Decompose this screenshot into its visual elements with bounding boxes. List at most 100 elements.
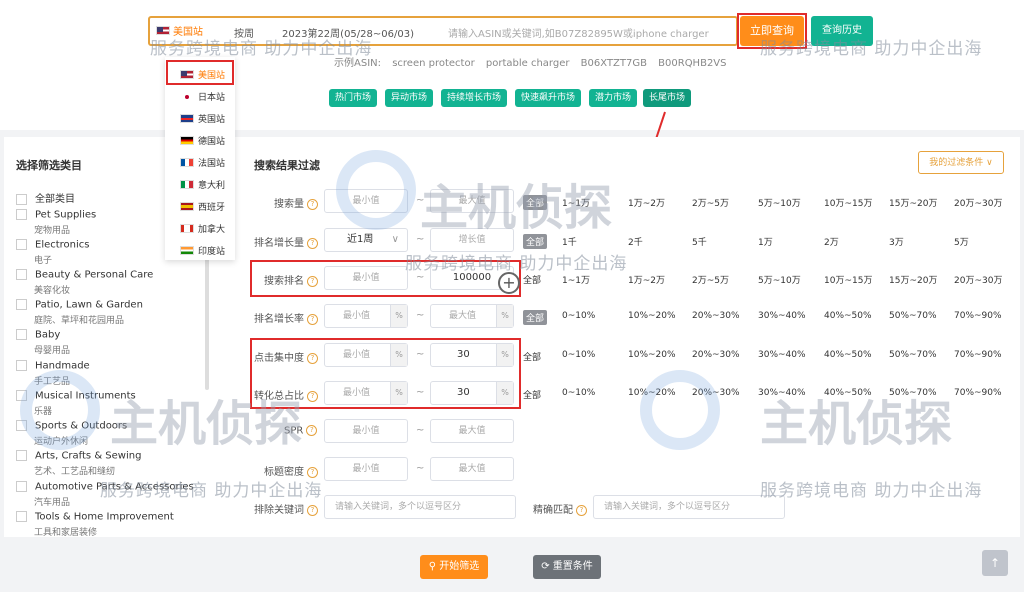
checkbox[interactable] bbox=[16, 209, 27, 220]
option[interactable]: 10万~15万 bbox=[824, 273, 872, 286]
category-item[interactable]: Baby 母婴用品 bbox=[16, 329, 70, 356]
option[interactable]: 2千 bbox=[628, 235, 643, 248]
title-density-max[interactable]: 最大值 bbox=[430, 457, 514, 481]
option[interactable]: 0~10% bbox=[562, 388, 595, 398]
search-input[interactable]: 请输入ASIN或关键词,如B07Z82895W或iphone charger bbox=[448, 25, 709, 40]
checkbox[interactable] bbox=[16, 269, 27, 280]
option[interactable]: 5万~10万 bbox=[758, 273, 801, 286]
start-filter-button[interactable]: ⚲ 开始筛选 bbox=[420, 555, 488, 579]
option[interactable]: 40%~50% bbox=[824, 311, 872, 321]
market-tab-potential[interactable]: 潜力市场 bbox=[589, 89, 638, 107]
option[interactable]: 2万 bbox=[824, 235, 839, 248]
checkbox[interactable] bbox=[16, 329, 27, 340]
option[interactable]: 5万 bbox=[954, 235, 969, 248]
category-item[interactable]: Patio, Lawn & Garden 庭院、草坪和花园用品 bbox=[16, 299, 143, 326]
option[interactable]: 1万~2万 bbox=[628, 273, 665, 286]
option[interactable]: 15万~20万 bbox=[889, 196, 937, 209]
rank-growth-rate-max[interactable]: 最大值% bbox=[430, 304, 514, 328]
checkbox[interactable] bbox=[16, 481, 27, 492]
checkbox[interactable] bbox=[16, 193, 27, 205]
site-option-us[interactable]: 美国站 bbox=[180, 68, 225, 81]
my-filters-button[interactable]: 我的过滤条件 ∨ bbox=[918, 151, 1004, 174]
option[interactable]: 30%~40% bbox=[758, 311, 806, 321]
help-icon[interactable]: ? bbox=[576, 504, 587, 516]
market-tab-abnormal[interactable]: 异动市场 bbox=[385, 89, 434, 107]
title-density-min[interactable]: 最小值 bbox=[324, 457, 408, 481]
reset-button[interactable]: ⟳ 重置条件 bbox=[533, 555, 601, 579]
back-to-top-icon[interactable]: ↑ bbox=[982, 550, 1008, 576]
search-rank-all[interactable]: 全部 bbox=[523, 273, 541, 286]
checkbox[interactable] bbox=[16, 239, 27, 250]
option[interactable]: 50%~70% bbox=[889, 350, 937, 360]
rank-growth-rate-min[interactable]: 最小值% bbox=[324, 304, 408, 328]
option[interactable]: 0~10% bbox=[562, 311, 595, 321]
option[interactable]: 70%~90% bbox=[954, 350, 1002, 360]
option[interactable]: 70%~90% bbox=[954, 311, 1002, 321]
option[interactable]: 10%~20% bbox=[628, 311, 676, 321]
help-icon[interactable]: ? bbox=[307, 237, 318, 249]
option[interactable]: 20%~30% bbox=[692, 350, 740, 360]
spr-min[interactable]: 最小值 bbox=[324, 419, 408, 443]
checkbox[interactable] bbox=[16, 450, 27, 461]
market-tab-longtail[interactable]: 长尾市场 bbox=[643, 89, 692, 107]
watermark-text: 服务跨境电商 助力中企出海 bbox=[760, 481, 983, 501]
option[interactable]: 10万~15万 bbox=[824, 196, 872, 209]
exclude-keywords-input[interactable]: 请输入关键词，多个以逗号区分 bbox=[324, 495, 516, 519]
help-icon[interactable]: ? bbox=[307, 504, 318, 516]
watermark-brand: 主机侦探 bbox=[110, 396, 303, 452]
checkbox[interactable] bbox=[16, 299, 27, 310]
option[interactable]: 1万 bbox=[758, 235, 773, 248]
rank-growth-period-select[interactable]: 近1周 ∨ bbox=[324, 228, 408, 252]
market-tab-hot[interactable]: 热门市场 bbox=[329, 89, 378, 107]
option[interactable]: 0~10% bbox=[562, 350, 595, 360]
conversion-share-all[interactable]: 全部 bbox=[523, 388, 541, 401]
option[interactable]: 30%~40% bbox=[758, 350, 806, 360]
option[interactable]: 20万~30万 bbox=[954, 196, 1002, 209]
site-option-uk[interactable]: 英国站 bbox=[180, 112, 225, 125]
category-item[interactable]: Electronics 电子 bbox=[16, 239, 90, 266]
option[interactable]: 1~1万 bbox=[562, 273, 590, 286]
market-tab-surge[interactable]: 快速飙升市场 bbox=[515, 89, 582, 107]
option[interactable]: 5万~10万 bbox=[758, 196, 801, 209]
option[interactable]: 1万~2万 bbox=[628, 196, 665, 209]
rank-growth-rate-all[interactable]: 全部 bbox=[523, 310, 548, 325]
category-item[interactable]: Tools & Home Improvement 工具和家居装修 bbox=[16, 511, 174, 538]
option[interactable]: 20万~30万 bbox=[954, 273, 1002, 286]
in-flag-icon bbox=[180, 246, 194, 255]
category-item[interactable]: Pet Supplies 宠物用品 bbox=[16, 209, 96, 236]
option[interactable]: 2万~5万 bbox=[692, 196, 729, 209]
site-option-in[interactable]: 印度站 bbox=[180, 244, 225, 257]
option[interactable]: 20%~30% bbox=[692, 311, 740, 321]
help-icon[interactable]: ? bbox=[307, 313, 318, 325]
option[interactable]: 10%~20% bbox=[628, 350, 676, 360]
option[interactable]: 2万~5万 bbox=[692, 273, 729, 286]
example-item[interactable]: B00RQHB2VS bbox=[658, 58, 726, 69]
option[interactable]: 3万 bbox=[889, 235, 904, 248]
example-item[interactable]: portable charger bbox=[486, 58, 570, 69]
option[interactable]: 50%~70% bbox=[889, 311, 937, 321]
option[interactable]: 70%~90% bbox=[954, 388, 1002, 398]
help-icon[interactable]: ? bbox=[306, 425, 318, 436]
example-item[interactable]: screen protector bbox=[392, 58, 475, 69]
example-item[interactable]: B06XTZT7GB bbox=[581, 58, 647, 69]
help-icon[interactable]: ? bbox=[307, 198, 318, 210]
category-item[interactable]: Beauty & Personal Care 美容化妆 bbox=[16, 269, 153, 296]
option[interactable]: 40%~50% bbox=[824, 350, 872, 360]
site-option-jp[interactable]: 日本站 bbox=[180, 90, 225, 103]
it-flag-icon bbox=[180, 180, 194, 189]
site-option-de[interactable]: 德国站 bbox=[180, 134, 225, 147]
market-tab-growth[interactable]: 持续增长市场 bbox=[441, 89, 508, 107]
site-option-ca[interactable]: 加拿大 bbox=[180, 222, 225, 235]
site-option-it[interactable]: 意大利 bbox=[180, 178, 225, 191]
option[interactable]: 5千 bbox=[692, 235, 707, 248]
checkbox[interactable] bbox=[16, 511, 27, 522]
filter-title: 搜索结果过滤 bbox=[254, 159, 320, 172]
site-option-es[interactable]: 西班牙 bbox=[180, 200, 225, 213]
click-concentration-all[interactable]: 全部 bbox=[523, 350, 541, 363]
rank-growth-label: 排名增长量? bbox=[254, 234, 318, 249]
option[interactable]: 15万~20万 bbox=[889, 273, 937, 286]
exact-match-input[interactable]: 请输入关键词，多个以逗号区分 bbox=[593, 495, 785, 519]
spr-max[interactable]: 最大值 bbox=[430, 419, 514, 443]
category-item[interactable]: 全部类目 bbox=[16, 190, 75, 205]
site-option-fr[interactable]: 法国站 bbox=[180, 156, 225, 169]
